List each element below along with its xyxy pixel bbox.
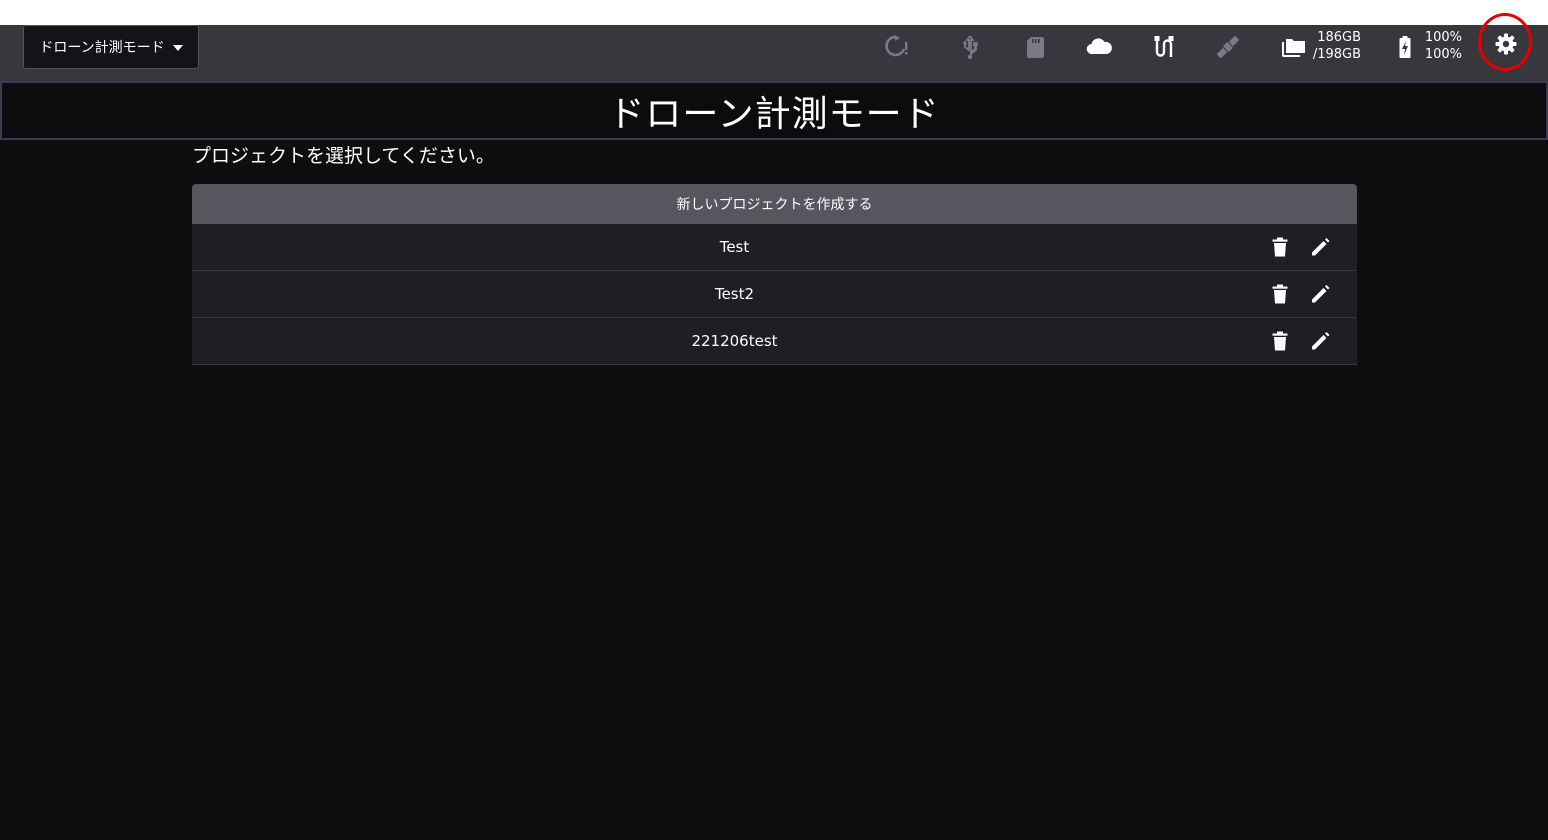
pencil-icon[interactable] xyxy=(1309,330,1331,352)
page-title-bar: ドローン計測モード xyxy=(0,81,1548,140)
project-list: Test Test2 221206test xyxy=(192,224,1357,365)
pencil-icon[interactable] xyxy=(1309,283,1331,305)
satellite-icon[interactable] xyxy=(1214,33,1242,61)
new-project-button[interactable]: 新しいプロジェクトを作成する xyxy=(192,184,1357,224)
battery-readout: 100% 100% xyxy=(1418,29,1462,63)
trash-icon[interactable] xyxy=(1269,330,1291,352)
folder-icon xyxy=(1282,39,1305,57)
top-blank-strip xyxy=(0,0,1548,25)
sensor-cable-icon[interactable] xyxy=(1150,33,1178,61)
project-name[interactable]: Test2 xyxy=(192,271,1277,317)
refresh-alert-icon[interactable] xyxy=(883,33,911,61)
project-row[interactable]: 221206test xyxy=(192,318,1357,365)
project-name[interactable]: 221206test xyxy=(192,318,1277,364)
sd-card-icon[interactable] xyxy=(1021,33,1049,61)
gear-icon[interactable] xyxy=(1494,32,1518,56)
storage-readout: 186GB /198GB xyxy=(1311,29,1361,63)
project-row[interactable]: Test xyxy=(192,224,1357,271)
battery-level-1: 100% xyxy=(1424,30,1462,45)
battery-charging-icon xyxy=(1399,36,1411,58)
project-name[interactable]: Test xyxy=(192,224,1277,270)
settings-button[interactable] xyxy=(1478,13,1538,73)
top-navbar: ドローン計測モード 186GB /198GB 100% 100% xyxy=(0,13,1548,81)
page-title: ドローン計測モード xyxy=(608,93,940,135)
trash-icon[interactable] xyxy=(1269,236,1291,258)
mode-dropdown[interactable]: ドローン計測モード xyxy=(23,25,199,69)
storage-used: 186GB xyxy=(1317,30,1361,45)
page-subtitle: プロジェクトを選択してください。 xyxy=(192,145,495,167)
trash-icon[interactable] xyxy=(1269,283,1291,305)
battery-level-2: 100% xyxy=(1424,47,1462,62)
cloud-icon[interactable] xyxy=(1084,33,1114,61)
chevron-down-icon xyxy=(172,45,183,51)
pencil-icon[interactable] xyxy=(1309,236,1331,258)
usb-icon[interactable] xyxy=(956,33,984,61)
storage-total: /198GB xyxy=(1312,47,1361,62)
project-row[interactable]: Test2 xyxy=(192,271,1357,318)
mode-dropdown-label: ドローン計測モード xyxy=(39,40,165,56)
